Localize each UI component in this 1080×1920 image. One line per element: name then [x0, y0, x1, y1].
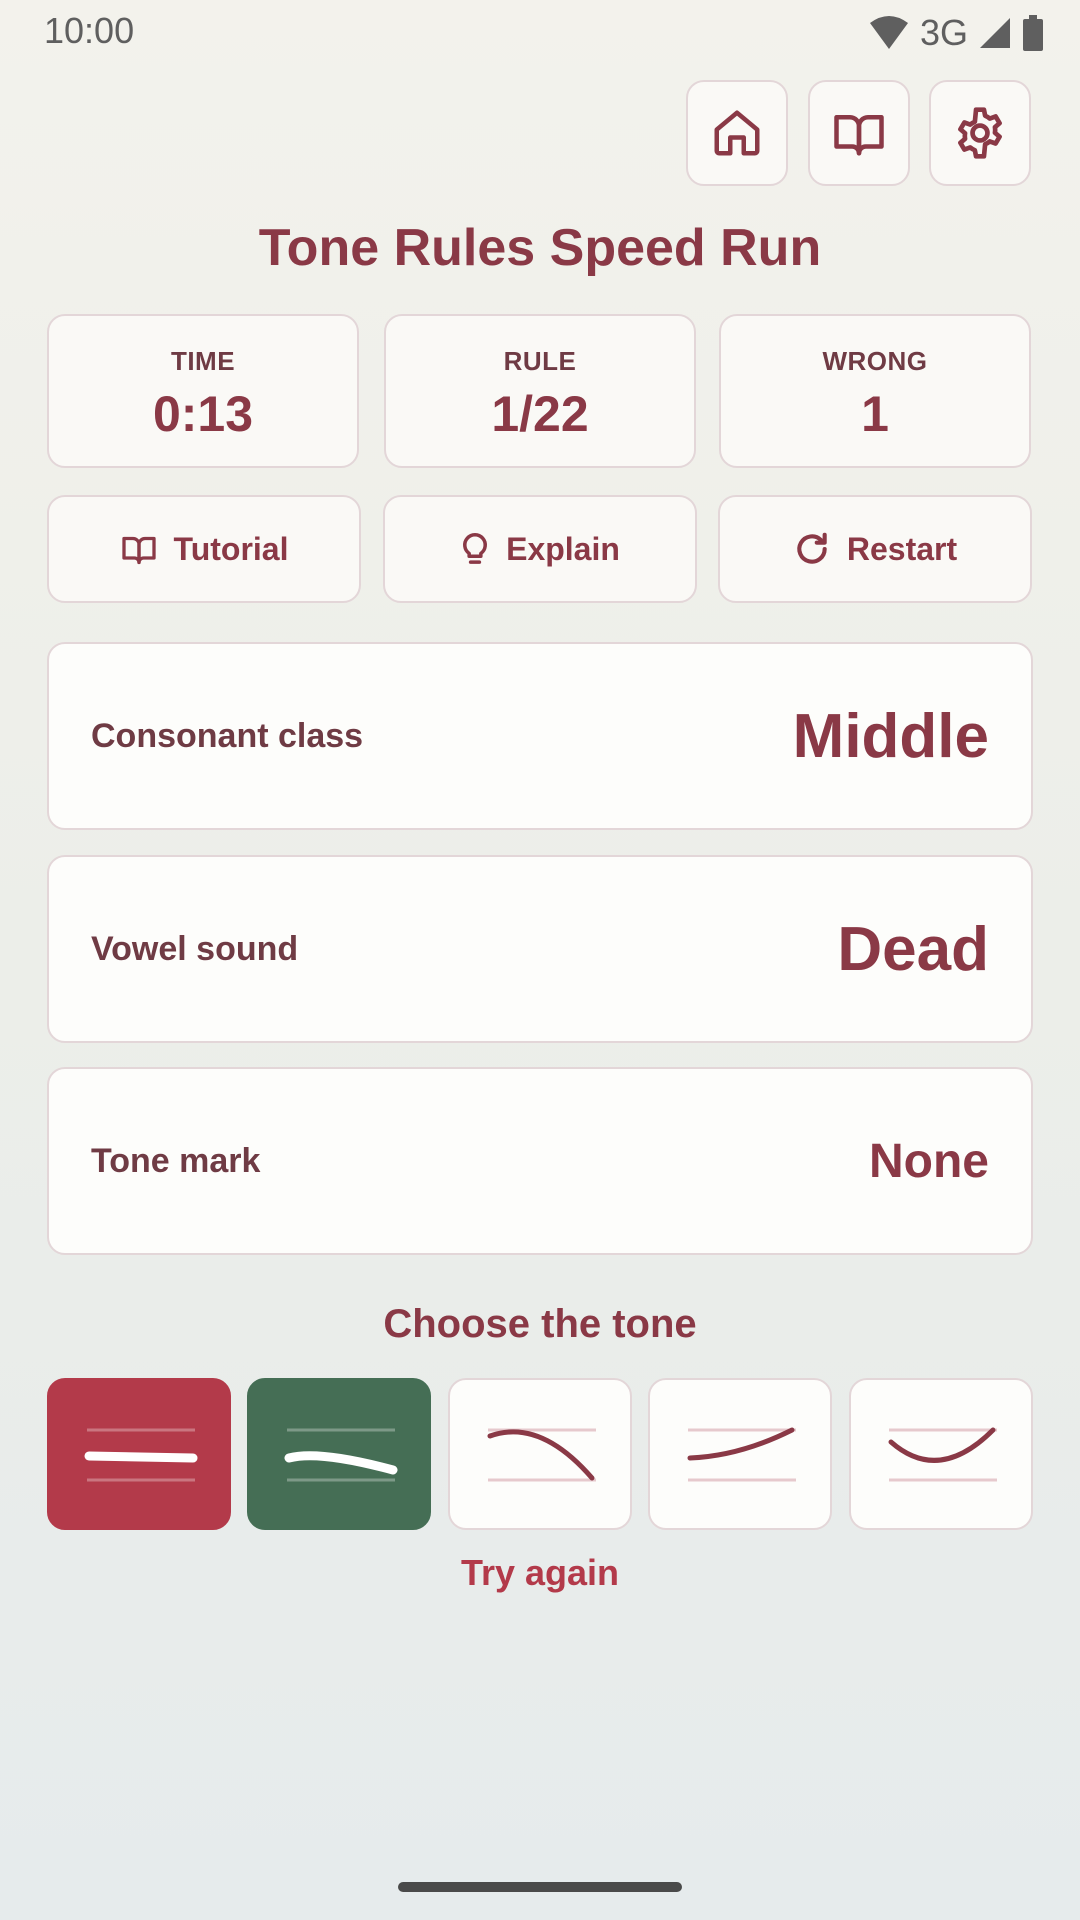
tone-option-rising[interactable] — [849, 1378, 1033, 1530]
time-stat: TIME 0:13 — [47, 314, 359, 468]
consonant-class-label: Consonant class — [91, 716, 364, 755]
explain-button[interactable]: Explain — [383, 495, 697, 603]
status-bar: 10:00 3G — [0, 0, 1080, 60]
lightbulb-icon — [463, 533, 488, 564]
vowel-sound-card: Vowel sound Dead — [47, 855, 1033, 1043]
restart-label: Restart — [846, 530, 958, 567]
settings-button[interactable] — [929, 80, 1031, 186]
consonant-class-value: Middle — [792, 701, 989, 771]
explain-label: Explain — [506, 530, 620, 567]
tone-mark-card: Tone mark None — [47, 1067, 1033, 1255]
time-value: 0:13 — [152, 386, 254, 442]
home-button[interactable] — [686, 80, 788, 186]
rising-tone-contour-icon — [888, 1427, 997, 1482]
book-button[interactable] — [808, 80, 910, 186]
wrong-label: WRONG — [822, 346, 928, 376]
tone-option-high[interactable] — [648, 1378, 832, 1530]
feedback-message: Try again — [460, 1552, 620, 1593]
book-icon — [121, 536, 156, 565]
battery-icon — [1023, 15, 1043, 51]
home-icon — [714, 110, 760, 156]
wrong-stat: WRONG 1 — [719, 314, 1031, 468]
tutorial-button[interactable]: Tutorial — [47, 495, 361, 603]
rule-label: RULE — [503, 346, 577, 376]
network-type: 3G — [919, 12, 968, 53]
vowel-sound-value: Dead — [837, 914, 989, 984]
low-tone-contour-icon — [284, 1428, 398, 1482]
tone-option-low[interactable] — [247, 1378, 431, 1530]
mid-tone-contour-icon — [84, 1428, 198, 1482]
tone-mark-label: Tone mark — [91, 1141, 261, 1180]
tutorial-label: Tutorial — [173, 530, 289, 567]
tone-option-mid[interactable] — [47, 1378, 231, 1530]
rule-stat: RULE 1/22 — [384, 314, 696, 468]
wrong-value: 1 — [861, 386, 889, 442]
wifi-icon — [869, 16, 908, 49]
restart-icon — [797, 532, 827, 564]
tone-option-falling[interactable] — [448, 1378, 632, 1530]
consonant-class-card: Consonant class Middle — [47, 642, 1033, 830]
rule-value: 1/22 — [491, 386, 589, 442]
falling-tone-contour-icon — [487, 1428, 596, 1482]
gear-icon — [958, 107, 1002, 159]
status-time: 10:00 — [44, 10, 135, 51]
page-title: Tone Rules Speed Run — [258, 219, 822, 277]
status-icons: 3G — [868, 12, 1044, 54]
tone-mark-value: None — [869, 1134, 989, 1188]
signal-icon — [980, 18, 1010, 48]
book-icon — [834, 115, 884, 156]
choose-tone-title: Choose the tone — [383, 1302, 697, 1346]
vowel-sound-label: Vowel sound — [91, 929, 299, 968]
restart-button[interactable]: Restart — [718, 495, 1032, 603]
time-label: TIME — [170, 346, 236, 376]
high-tone-contour-icon — [687, 1427, 796, 1482]
home-indicator[interactable] — [398, 1882, 682, 1892]
